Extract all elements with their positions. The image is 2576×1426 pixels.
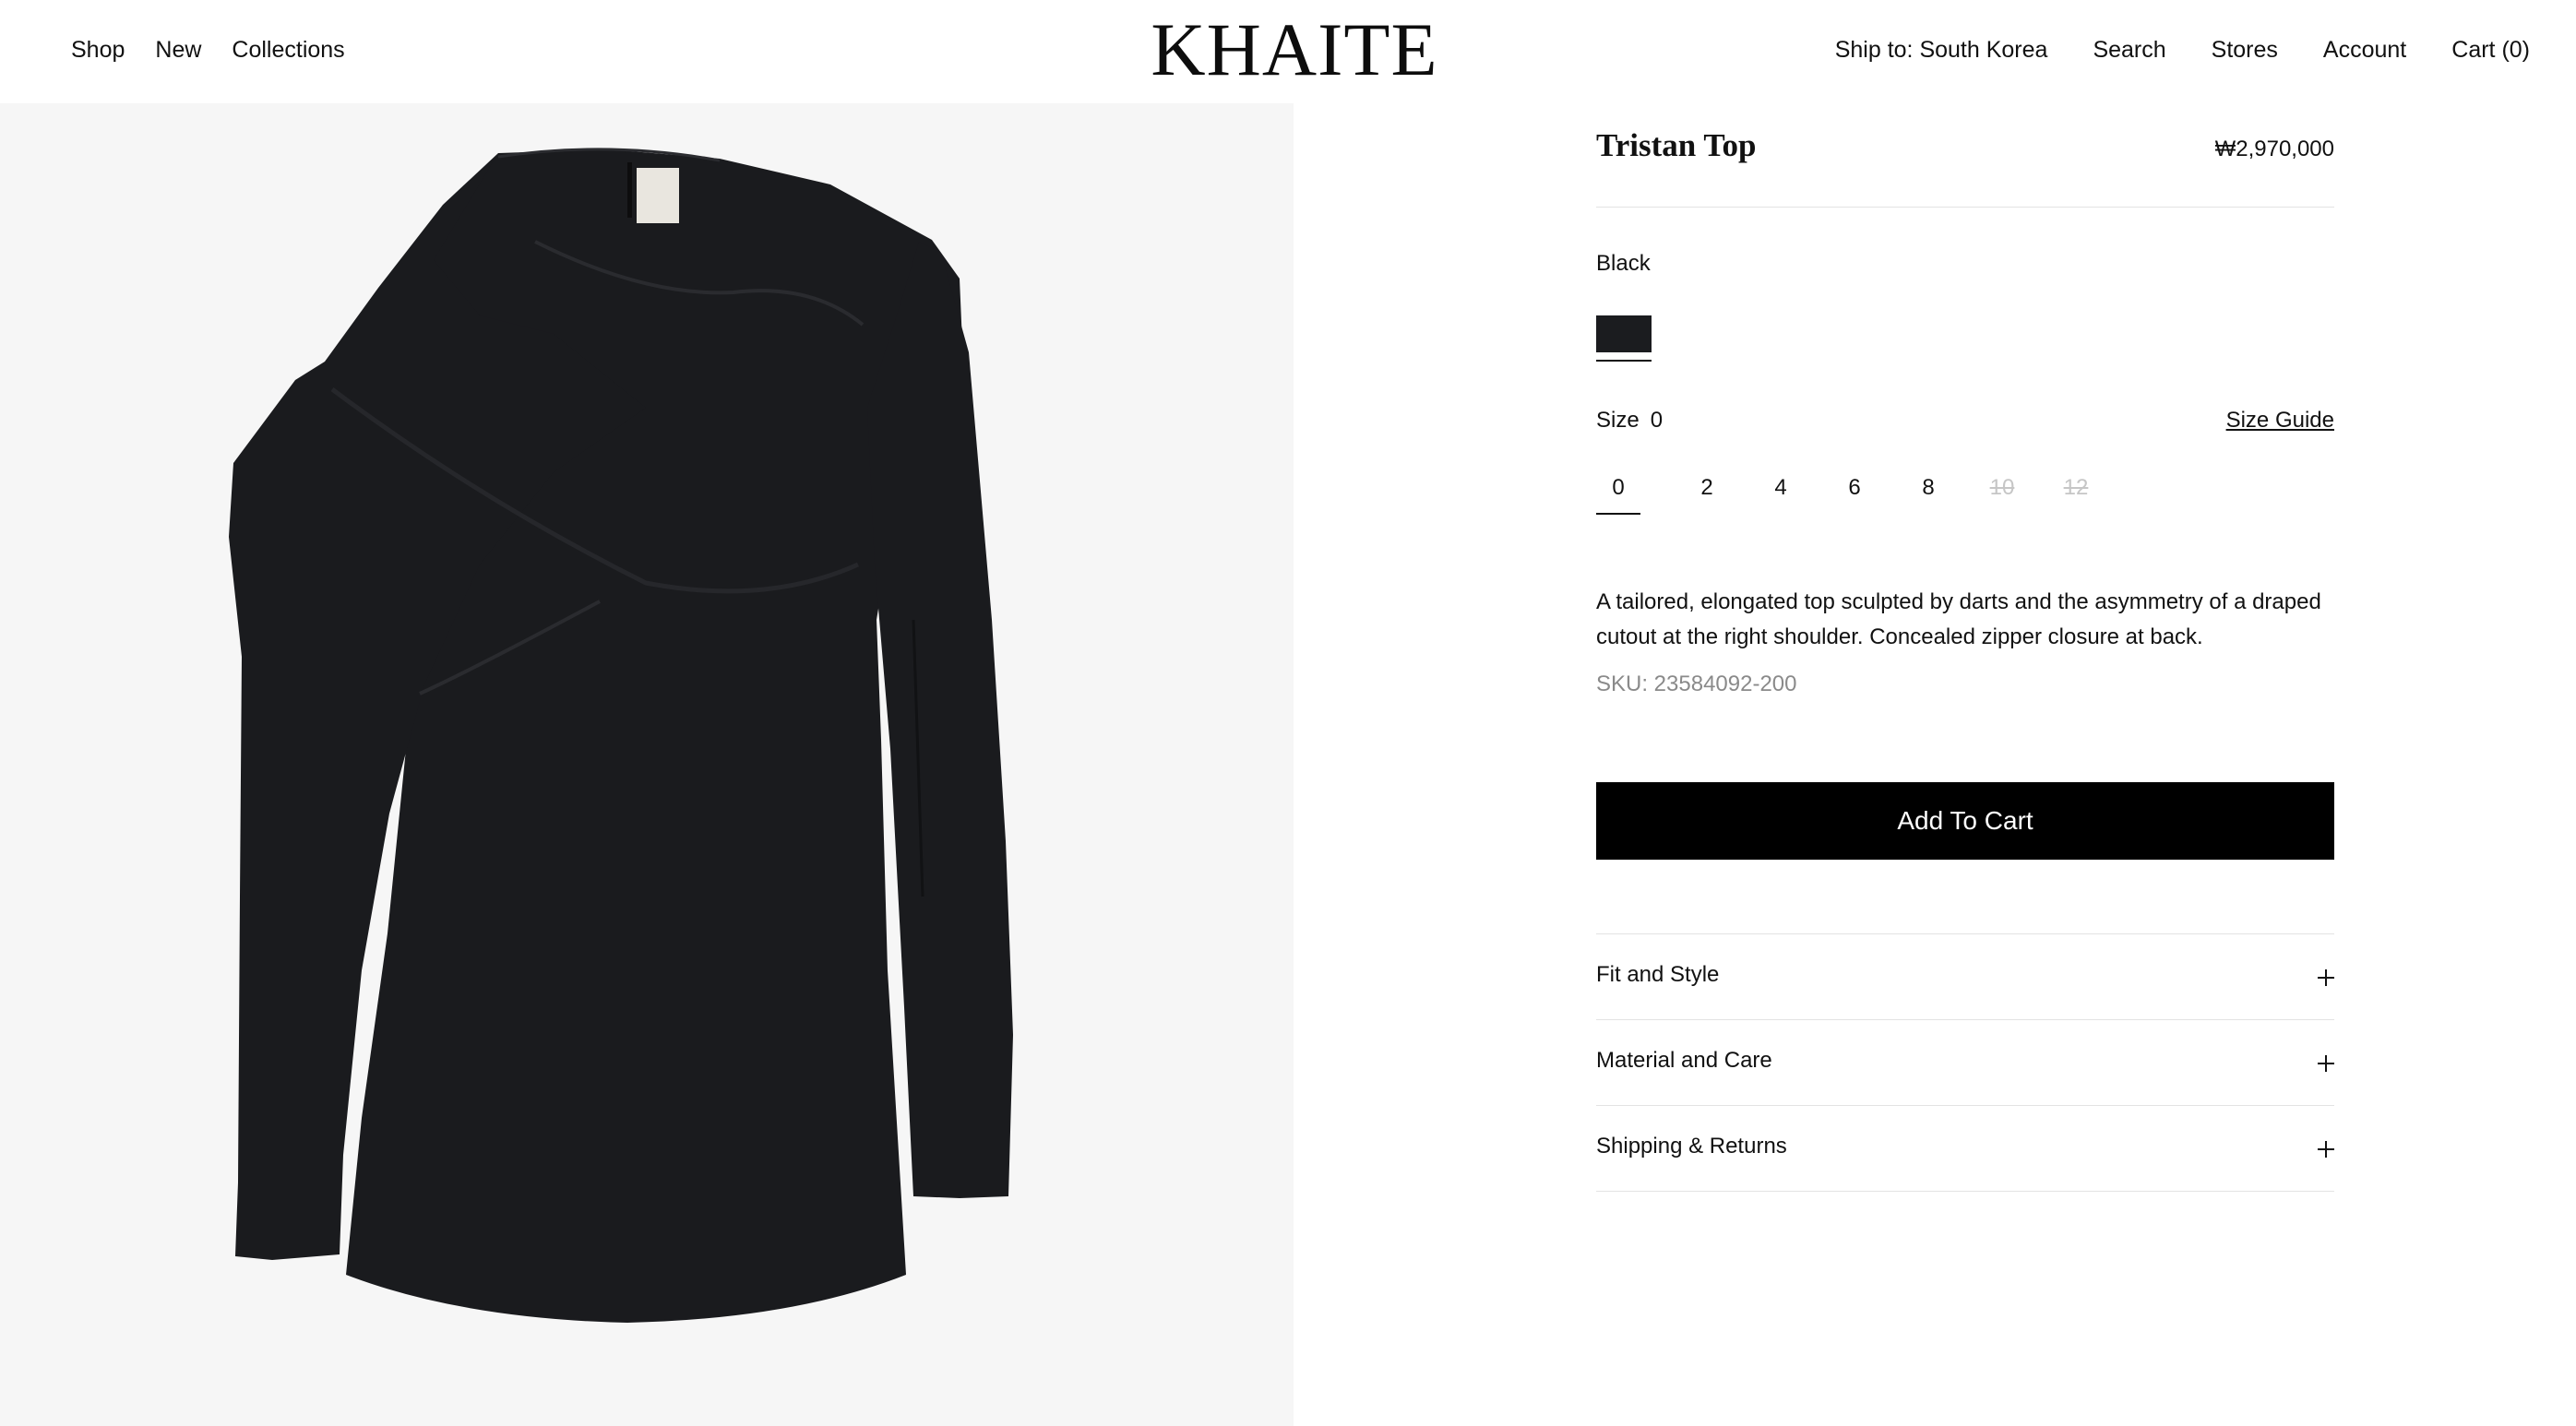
size-label: Size 0	[1596, 408, 1663, 434]
size-option-6[interactable]: 6	[1818, 472, 1891, 515]
utility-nav: Ship to: South Korea Search Stores Accou…	[1835, 33, 2530, 66]
size-label-text: Size	[1596, 408, 1640, 433]
product-price: ₩2,970,000	[2214, 137, 2334, 161]
product-title: Tristan Top	[1596, 127, 1757, 163]
plus-icon	[2318, 969, 2334, 986]
selected-color-label: Black	[1596, 251, 1651, 276]
accordion-fit-and-style[interactable]: Fit and Style	[1596, 934, 2334, 1020]
primary-nav: Shop New Collections	[71, 33, 345, 66]
search-link[interactable]: Search	[2093, 33, 2165, 66]
product-accordion: Fit and Style Material and Care Shipping…	[1596, 933, 2334, 1192]
size-option-2[interactable]: 2	[1670, 472, 1744, 515]
account-link[interactable]: Account	[2323, 33, 2406, 66]
size-option-8[interactable]: 8	[1891, 472, 1965, 515]
swatch-selected-indicator	[1596, 360, 1652, 362]
ship-to-selector[interactable]: Ship to: South Korea	[1835, 33, 2048, 66]
accordion-label: Material and Care	[1596, 1048, 1772, 1073]
size-option-10-unavailable[interactable]: 10	[1965, 472, 2039, 515]
accordion-label: Fit and Style	[1596, 962, 1720, 987]
brand-logo[interactable]: KHAITE	[1147, 11, 1442, 89]
site-header: Shop New Collections KHAITE Ship to: Sou…	[0, 0, 2576, 103]
nav-collections-link[interactable]: Collections	[232, 33, 344, 66]
nav-new-link[interactable]: New	[155, 33, 201, 66]
size-guide-link[interactable]: Size Guide	[2226, 408, 2334, 434]
size-option-12-unavailable[interactable]: 12	[2039, 472, 2113, 515]
title-row: Tristan Top ₩2,970,000	[1596, 103, 2334, 208]
product-sku: SKU: 23584092-200	[1596, 671, 1797, 696]
size-option-0[interactable]: 0	[1596, 472, 1640, 515]
accordion-material-and-care[interactable]: Material and Care	[1596, 1020, 2334, 1106]
stores-link[interactable]: Stores	[2212, 33, 2278, 66]
plus-icon	[2318, 1055, 2334, 1072]
plus-icon	[2318, 1141, 2334, 1158]
product-details: Tristan Top ₩2,970,000 Black Size 0 Size …	[1596, 103, 2334, 1192]
product-description: A tailored, elongated top sculpted by da…	[1596, 589, 2321, 649]
color-swatch-black[interactable]	[1596, 315, 1652, 352]
size-option-4[interactable]: 4	[1744, 472, 1818, 515]
accordion-label: Shipping & Returns	[1596, 1134, 1787, 1159]
garment-illustration	[229, 148, 1013, 1323]
add-to-cart-button[interactable]: Add To Cart	[1596, 782, 2334, 860]
size-selector: 0 2 4 6 8 10 12	[1596, 472, 2113, 515]
accordion-shipping-returns[interactable]: Shipping & Returns	[1596, 1106, 2334, 1192]
cart-link[interactable]: Cart (0)	[2451, 33, 2530, 66]
nav-shop-link[interactable]: Shop	[71, 33, 125, 66]
selected-size-value: 0	[1650, 408, 1664, 433]
product-image[interactable]	[0, 103, 1294, 1426]
